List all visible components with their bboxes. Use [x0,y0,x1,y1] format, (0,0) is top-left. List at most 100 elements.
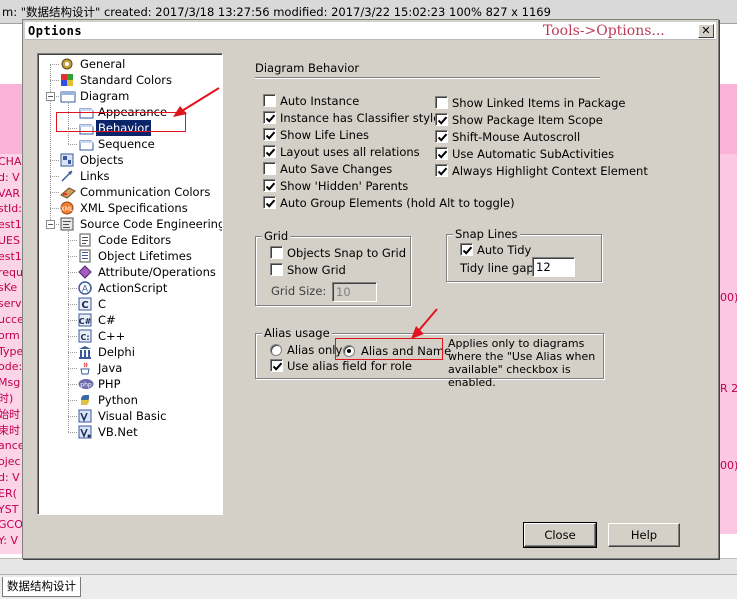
radio-button[interactable] [270,344,282,356]
delphi-icon [78,345,92,359]
checkbox-box[interactable] [263,94,276,107]
checkbox-label: Use alias field for role [287,359,412,373]
collapse-icon[interactable]: − [46,92,55,101]
checkbox-box[interactable] [263,179,276,192]
tree-item-label: XML Specifications [80,201,188,215]
tree-connector [68,336,77,337]
tree-connector [50,208,59,209]
help-button[interactable]: Help [608,523,680,547]
colors-icon [60,73,74,87]
tree-connector [68,384,77,385]
checkbox-box[interactable] [435,96,448,109]
checkbox-label: Show Life Lines [280,128,370,142]
diagram-info-text: m: "数据结构设计" created: 2017/3/18 13:27:56 … [2,5,551,19]
snap-lines-group-title: Snap Lines [453,227,520,241]
tree-connector [68,304,77,305]
diagram-folder-icon [60,89,76,103]
checkbox-box[interactable] [263,111,276,124]
alias-usage-group-title: Alias usage [262,326,332,340]
objects-icon [60,153,74,167]
cpp-icon: C: [78,329,92,343]
checkbox-label: Show Linked Items in Package [452,96,626,110]
radio-label: Alias only [287,343,343,357]
checkbox-box[interactable] [263,128,276,141]
annotation-arrow [173,87,220,117]
tree-item-label: Python [98,393,138,407]
section-title: Diagram Behavior [255,61,360,75]
tree-item-label: PHP [98,377,121,391]
dialog-title: Options [28,24,83,38]
tree-connector [68,400,77,401]
tree-item-label: Code Editors [98,233,172,247]
tree-item-label: Standard Colors [80,73,172,87]
checkbox-label: Show 'Hidden' Parents [280,179,409,193]
python-icon [78,393,92,407]
tree-item-label: Attribute/Operations [98,265,216,279]
tree-item-label: Java [98,361,123,375]
dialog-titlebar[interactable]: Options Tools->Options... ✕ [25,22,716,40]
horizontal-scrollbar[interactable] [0,558,737,574]
checkbox-box[interactable] [263,162,276,175]
tree-connector [50,176,59,177]
annotation-watermark: Tools->Options... [543,23,665,39]
svg-text:A: A [82,285,89,295]
annotation-arrow [411,308,438,339]
checkbox-label: Show Grid [287,263,346,277]
svg-text:XML: XML [61,206,74,213]
tree-connector [68,144,77,145]
grid-size-label: Grid Size: [271,284,327,298]
xml-icon: XML [60,201,74,215]
tree-connector [68,368,77,369]
tree-item-label: ActionScript [98,281,168,295]
checkbox-label: Always Highlight Context Element [452,164,648,178]
close-icon[interactable]: ✕ [698,24,714,38]
checkbox-box[interactable] [460,243,473,256]
checkbox-label: Auto Tidy [477,243,532,257]
checkbox-box[interactable] [435,130,448,143]
vb-icon [78,409,92,423]
tidy-gap-field[interactable]: 12 [532,257,575,277]
diagram-band-right [720,154,737,534]
tree-item-label: Objects [80,153,124,167]
lifetimes-icon [78,249,92,263]
checkbox-box[interactable] [263,196,276,209]
c-icon: C [78,297,92,311]
tree-connector [68,432,77,433]
svg-text:php: php [80,382,92,389]
checkbox-box[interactable] [435,147,448,160]
checkbox-box[interactable] [270,359,283,372]
diagram-tab[interactable]: 数据结构设计 [2,577,81,597]
code-editors-icon [78,233,92,247]
tree-connector [68,320,77,321]
close-button[interactable]: Close [523,522,597,548]
checkbox-box[interactable] [270,246,283,259]
tree-item-label: Sequence [98,137,155,151]
grid-group-title: Grid [262,229,291,243]
source-code-icon [60,217,74,231]
tree-connector [68,272,77,273]
checkbox-box[interactable] [435,164,448,177]
tree-connector [68,352,77,353]
checkbox-label: Auto Save Changes [280,162,393,176]
vbnet-icon [78,425,92,439]
java-icon [78,361,92,375]
collapse-icon[interactable]: − [46,220,55,229]
checkbox-box[interactable] [435,113,448,126]
checkbox-label: Instance has Classifier style [280,111,441,125]
section-divider [255,77,600,79]
php-icon: php [78,377,94,391]
checkbox-box[interactable] [263,145,276,158]
diagram-right-fragment: 00) [720,291,737,304]
general-icon [60,57,74,71]
tree-connector [68,256,77,257]
checkbox-label: Show Package Item Scope [452,113,603,127]
checkbox-label: Objects Snap to Grid [287,246,407,260]
grid-size-field[interactable]: 10 [332,282,377,302]
tree-connector [50,160,59,161]
links-icon [60,169,74,183]
tree-connector [68,416,77,417]
checkbox-label: Auto Instance [280,94,360,108]
tree-item-label: C++ [98,329,126,343]
svg-text:C: C [81,300,88,311]
checkbox-box[interactable] [270,263,283,276]
